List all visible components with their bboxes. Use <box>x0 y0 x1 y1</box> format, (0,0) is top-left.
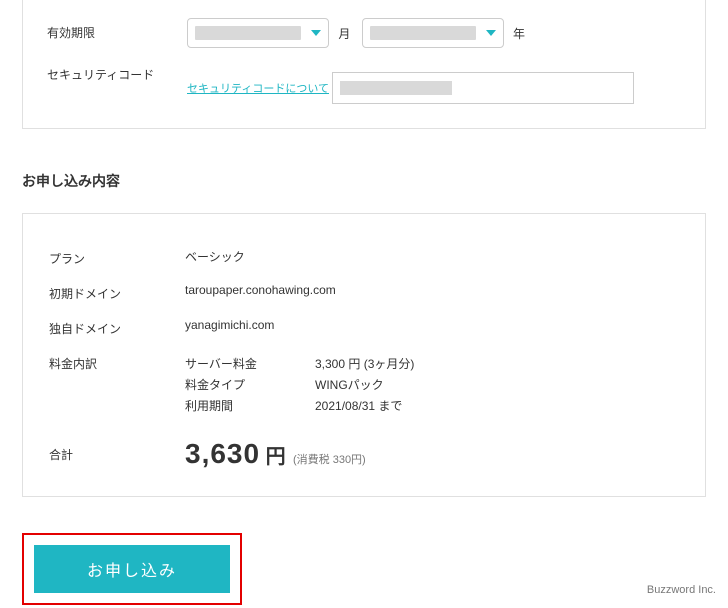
summary-panel: プラン ベーシック 初期ドメイン taroupaper.conohawing.c… <box>22 213 706 497</box>
fee-type-label: 料金タイプ <box>185 376 315 393</box>
security-code-label: セキュリティコード <box>47 60 187 83</box>
breakdown-period-row: 利用期間 2021/08/31 まで <box>185 395 679 416</box>
total-currency: 円 <box>260 446 286 468</box>
plan-label: プラン <box>49 248 185 267</box>
total-value: 3,630 円 (消費税 330円) <box>185 438 679 470</box>
initial-domain-value: taroupaper.conohawing.com <box>185 283 679 297</box>
security-code-input-wrap <box>332 72 634 104</box>
initial-domain-row: 初期ドメイン taroupaper.conohawing.com <box>49 275 679 310</box>
month-suffix: 月 <box>338 25 350 42</box>
year-suffix: 年 <box>513 25 525 42</box>
own-domain-label: 独自ドメイン <box>49 318 185 337</box>
apply-button-highlight: お申し込み <box>22 533 242 605</box>
footer-credit: Buzzword Inc. <box>647 584 716 596</box>
period-label: 利用期間 <box>185 397 315 414</box>
security-code-row: セキュリティコード セキュリティコードについて <box>23 54 705 110</box>
expiry-month-select[interactable] <box>187 18 329 48</box>
plan-row: プラン ベーシック <box>49 240 679 275</box>
security-code-help-link[interactable]: セキュリティコードについて <box>187 80 329 96</box>
own-domain-row: 独自ドメイン yanagimichi.com <box>49 310 679 345</box>
total-number: 3,630 <box>185 438 260 469</box>
server-fee-label: サーバー料金 <box>185 355 315 372</box>
summary-title: お申し込み内容 <box>22 171 728 191</box>
server-fee-value: 3,300 円 (3ヶ月分) <box>315 355 679 372</box>
breakdown-values: サーバー料金 3,300 円 (3ヶ月分) 料金タイプ WINGパック 利用期間… <box>185 353 679 416</box>
fee-type-value: WINGパック <box>315 376 679 393</box>
period-value: 2021/08/31 まで <box>315 397 679 414</box>
plan-value: ベーシック <box>185 248 679 265</box>
expiry-year-select[interactable] <box>362 18 504 48</box>
breakdown-server-fee-row: サーバー料金 3,300 円 (3ヶ月分) <box>185 353 679 374</box>
expiry-label: 有効期限 <box>47 18 187 41</box>
security-code-input[interactable] <box>332 72 634 104</box>
card-info-section: 有効期限 月 年 セキュリティコード セキュリティコードについて <box>22 0 706 129</box>
expiry-month-select-wrap <box>187 18 329 48</box>
total-label: 合計 <box>49 446 185 463</box>
apply-button[interactable]: お申し込み <box>34 545 230 593</box>
expiry-row: 有効期限 月 年 <box>23 0 705 54</box>
own-domain-value: yanagimichi.com <box>185 318 679 332</box>
expiry-year-select-wrap <box>362 18 504 48</box>
tax-note: (消費税 330円) <box>293 454 366 466</box>
breakdown-fee-type-row: 料金タイプ WINGパック <box>185 374 679 395</box>
initial-domain-label: 初期ドメイン <box>49 283 185 302</box>
security-code-field: セキュリティコードについて <box>187 60 705 104</box>
breakdown-label: 料金内訳 <box>49 353 185 372</box>
total-row: 合計 3,630 円 (消費税 330円) <box>49 424 679 470</box>
breakdown-row: 料金内訳 サーバー料金 3,300 円 (3ヶ月分) 料金タイプ WINGパック… <box>49 345 679 424</box>
expiry-fields: 月 年 <box>187 18 705 48</box>
